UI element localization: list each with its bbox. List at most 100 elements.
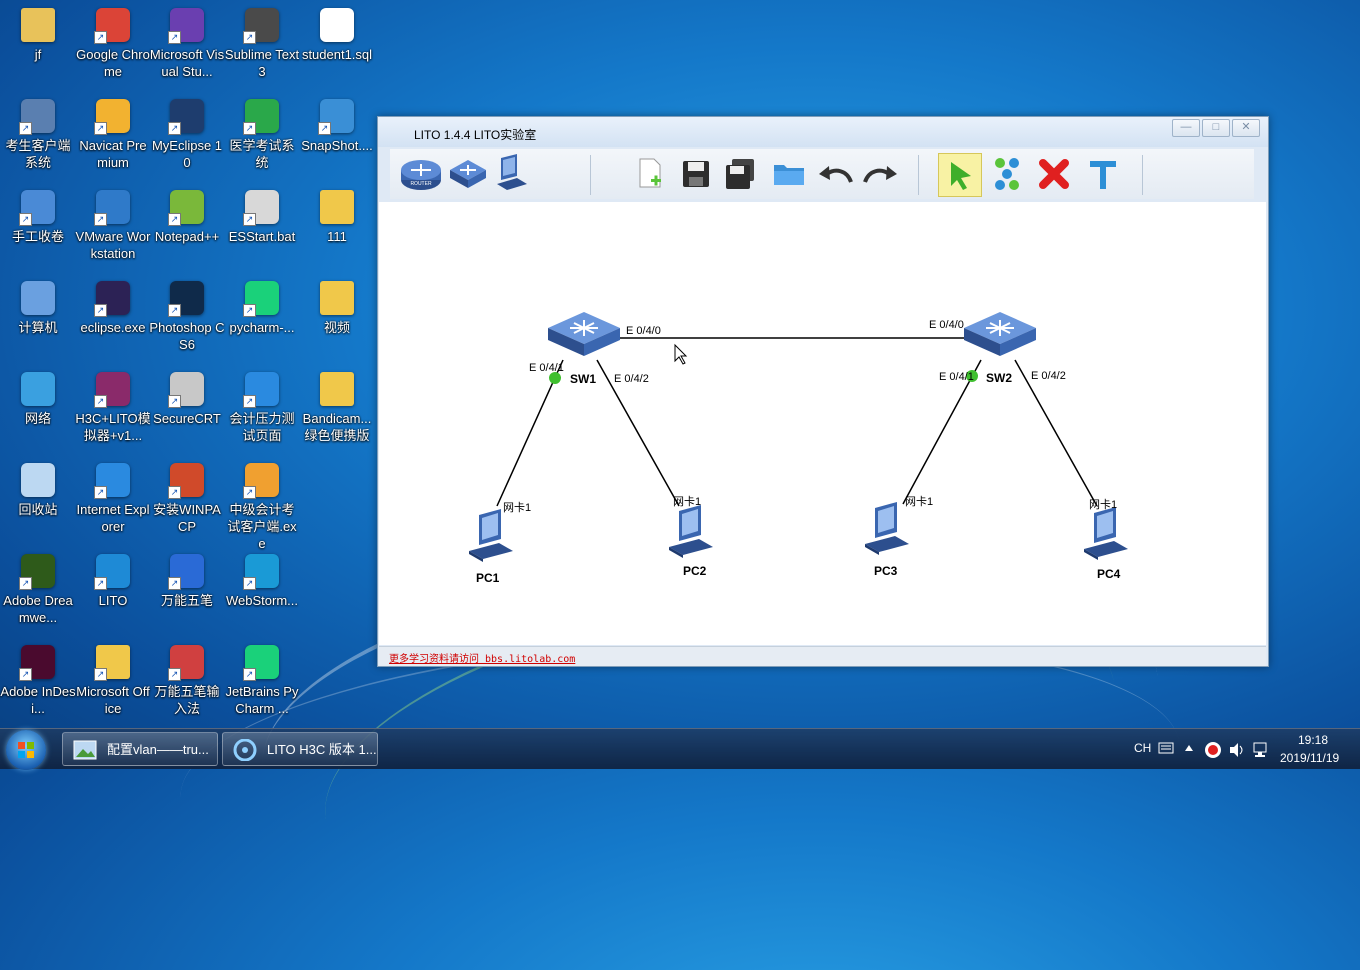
desktop-icon[interactable]: ↗ VMware Workstation: [75, 182, 151, 262]
desktop-icon[interactable]: ↗ pycharm-...: [224, 273, 300, 336]
desktop-icon[interactable]: ↗ ESStart.bat: [224, 182, 300, 245]
desktop-icon[interactable]: ↗ Microsoft Visual Stu...: [149, 0, 225, 80]
folder-icon: [320, 281, 354, 315]
redo-button[interactable]: [860, 153, 902, 195]
pc-pc3[interactable]: [865, 502, 909, 555]
desktop-icon[interactable]: ↗ WebStorm...: [224, 546, 300, 609]
lito-icon: ↗: [94, 554, 130, 590]
shortcut-arrow-icon: ↗: [243, 486, 256, 499]
toolbar-separator: [1142, 155, 1143, 195]
pc-icon: [1084, 507, 1128, 560]
select-pointer-button[interactable]: [938, 153, 982, 197]
taskbar-item-image-viewer[interactable]: 配置vlan——tru...: [62, 732, 218, 766]
desktop-icon[interactable]: ↗ Notepad++: [149, 182, 225, 245]
desktop-icon-label: Bandicam...绿色便携版: [302, 411, 372, 443]
ie-icon: ↗: [243, 372, 279, 408]
forum-link[interactable]: 更多学习资料请访问 bbs.litolab.com: [389, 650, 575, 665]
router-tool-button[interactable]: ROUTER: [400, 153, 442, 195]
computer-icon: [21, 281, 55, 315]
desktop-icon[interactable]: ↗ Navicat Premium: [75, 91, 151, 171]
clock-date[interactable]: 2019/11/19: [1280, 751, 1339, 765]
recycle-bin-icon: [21, 463, 55, 497]
desktop-icon[interactable]: ↗ Adobe Dreamwe...: [0, 546, 76, 626]
securecrt-icon: ↗: [168, 372, 204, 408]
desktop-icon[interactable]: ↗ H3C+LITO模拟器+v1...: [75, 364, 151, 444]
desktop-icon[interactable]: ↗ Adobe InDesi...: [0, 637, 76, 717]
desktop-icon-label: 计算机: [18, 320, 58, 335]
desktop-icon[interactable]: ↗ MyEclipse 10: [149, 91, 225, 171]
client-icon: ↗: [19, 99, 55, 135]
text-tool-button[interactable]: [1082, 153, 1124, 195]
exam-client-icon: ↗: [243, 463, 279, 499]
taskbar-item-lito[interactable]: LITO H3C 版本 1...: [222, 732, 378, 766]
network-tray-icon[interactable]: [1252, 741, 1270, 759]
desktop-icon[interactable]: ↗ 中级会计考试客户端.exe: [224, 455, 300, 552]
desktop-icon[interactable]: ↗ Google Chrome: [75, 0, 151, 80]
shortcut-arrow-icon: ↗: [243, 395, 256, 408]
keyboard-icon[interactable]: [1158, 741, 1174, 755]
desktop-icon[interactable]: 计算机: [0, 273, 76, 336]
desktop-icon[interactable]: 视频: [299, 273, 375, 336]
new-file-icon: [639, 158, 661, 188]
delete-button[interactable]: [1033, 153, 1075, 195]
desktop-icon-label: 万能五笔输入法: [154, 684, 220, 716]
pc-icon: [865, 502, 909, 555]
desktop-icon[interactable]: ↗ LITO: [75, 546, 151, 609]
desktop-icon[interactable]: ↗ 安装WINPACP: [149, 455, 225, 535]
desktop-icon[interactable]: ↗ Microsoft Office: [75, 637, 151, 717]
undo-button[interactable]: [814, 153, 856, 195]
svg-text:ROUTER: ROUTER: [410, 181, 432, 187]
pc-tool-button[interactable]: [490, 153, 532, 195]
connect-button[interactable]: [986, 153, 1028, 195]
desktop-icon-label: MyEclipse 10: [151, 138, 223, 170]
desktop-icon[interactable]: ↗ Internet Explorer: [75, 455, 151, 535]
eclipse-icon: ↗: [94, 281, 130, 317]
desktop-icon[interactable]: ↗ Sublime Text 3: [224, 0, 300, 80]
topology-canvas[interactable]: SWITCH SWITCH SW1 SW2 E 0/4/0 E 0/4/1 E …: [379, 202, 1266, 645]
input-language[interactable]: CH: [1134, 741, 1151, 755]
desktop-icon[interactable]: 网络: [0, 364, 76, 427]
pc-label: PC1: [476, 571, 500, 585]
desktop-icon[interactable]: ↗ 万能五笔: [149, 546, 225, 609]
minimize-button[interactable]: —: [1172, 119, 1200, 137]
desktop-icon[interactable]: ↗ 考生客户端系统: [0, 91, 76, 171]
save-as-button[interactable]: [720, 153, 762, 195]
desktop-icon[interactable]: ↗ SecureCRT: [149, 364, 225, 427]
pc-pc1[interactable]: [469, 509, 513, 562]
desktop-icon[interactable]: ↗ 医学考试系统: [224, 91, 300, 171]
desktop-icon[interactable]: ↗ 手工收卷: [0, 182, 76, 245]
shortcut-arrow-icon: ↗: [94, 577, 107, 590]
desktop-icon[interactable]: Bandicam...绿色便携版: [299, 364, 375, 444]
desktop-icon[interactable]: jf: [0, 0, 76, 63]
desktop-icon[interactable]: ↗ SnapShot....: [299, 91, 375, 154]
maximize-button[interactable]: □: [1202, 119, 1230, 137]
window-titlebar[interactable]: LITO 1.4.4 LITO实验室 — □ ✕: [378, 117, 1268, 147]
pc-label: PC2: [683, 564, 707, 578]
open-folder-button[interactable]: [768, 153, 810, 195]
new-file-button[interactable]: [630, 153, 672, 195]
pc-pc2[interactable]: [669, 505, 713, 558]
desktop-icon[interactable]: ↗ JetBrains PyCharm ...: [224, 637, 300, 717]
pc-pc4[interactable]: [1084, 507, 1128, 560]
desktop-icon[interactable]: 回收站: [0, 455, 76, 518]
record-icon[interactable]: [1204, 741, 1222, 759]
switch-sw1[interactable]: SWITCH: [547, 311, 621, 368]
clock-time[interactable]: 19:18: [1298, 733, 1328, 747]
start-button[interactable]: [6, 730, 46, 770]
save-button[interactable]: [675, 153, 717, 195]
desktop-icon[interactable]: ↗ 万能五笔输入法: [149, 637, 225, 717]
volume-icon[interactable]: [1228, 741, 1246, 759]
desktop-icon[interactable]: ↗ 会计压力测试页面: [224, 364, 300, 444]
tray-expand-icon[interactable]: [1184, 743, 1194, 753]
desktop-icon[interactable]: 111: [299, 182, 375, 245]
desktop-icon[interactable]: student1.sql: [299, 0, 375, 63]
shortcut-arrow-icon: ↗: [94, 122, 107, 135]
desktop-icon[interactable]: ↗ eclipse.exe: [75, 273, 151, 336]
close-button[interactable]: ✕: [1232, 119, 1260, 137]
shortcut-arrow-icon: ↗: [19, 668, 32, 681]
switch-sw2[interactable]: SWITCH: [963, 311, 1037, 368]
medical-exam-icon: ↗: [243, 99, 279, 135]
desktop-icon[interactable]: ↗ Photoshop CS6: [149, 273, 225, 353]
switch-tool-button[interactable]: [446, 153, 488, 195]
shortcut-arrow-icon: ↗: [94, 31, 107, 44]
